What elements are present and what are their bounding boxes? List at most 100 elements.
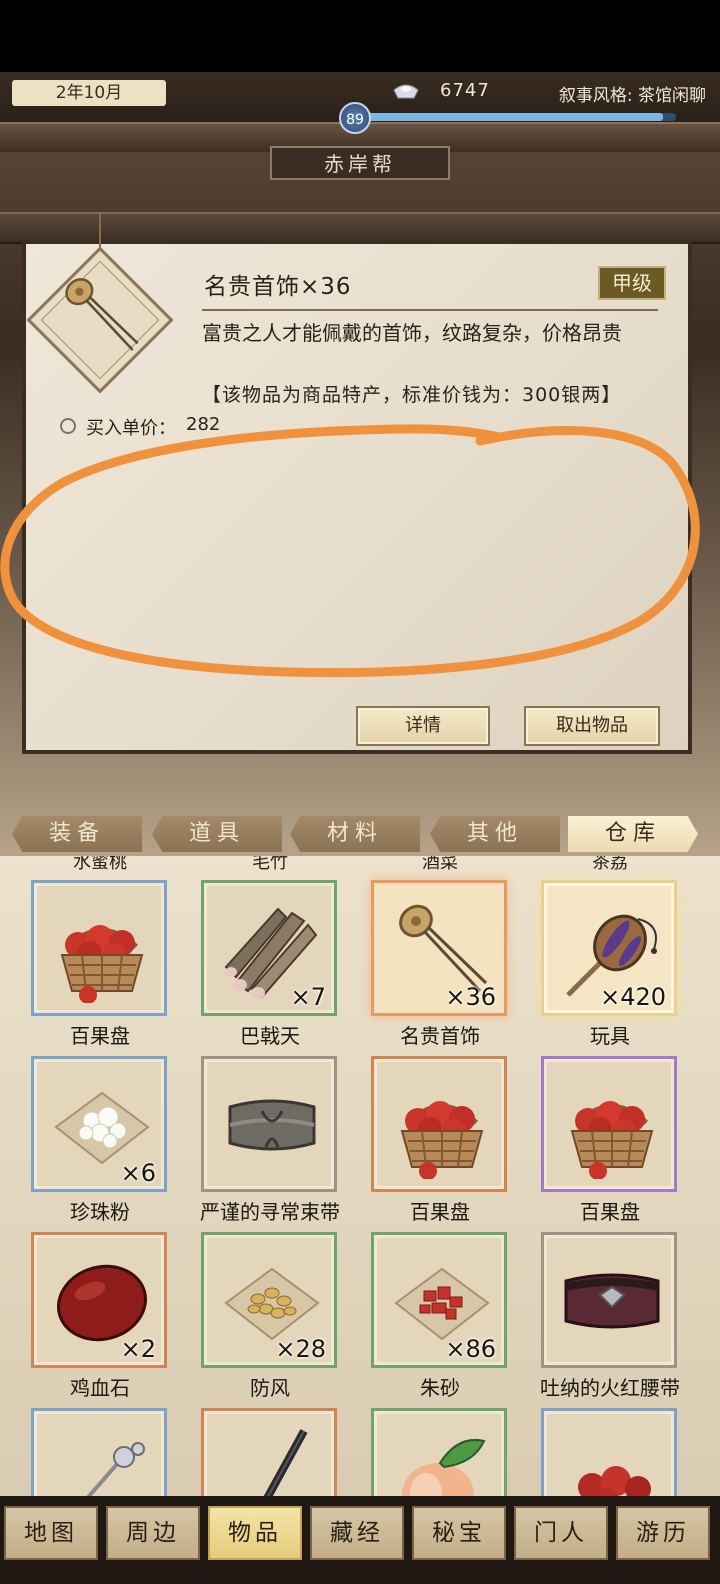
item-name: 名贵首饰×36 (204, 274, 352, 300)
fruit-basket-icon (48, 895, 156, 1003)
previous-row-labels: 水蜜桃 毛竹 酒菜 茶荔 (0, 856, 720, 873)
buy-price-label: 买入单价： (86, 418, 176, 439)
game-date: 2年10月 (12, 80, 166, 106)
item-quantity: ×6 (120, 1159, 156, 1187)
item-description: 富贵之人才能佩戴的首饰，纹路复杂，价格昂贵 (202, 321, 622, 345)
fruit-basket-icon (388, 1071, 496, 1179)
inventory-slot[interactable] (530, 1408, 690, 1496)
item-label: 珍珠粉 (70, 1200, 130, 1224)
partial-label: 水蜜桃 (73, 856, 127, 873)
silver-amount: 6747 (440, 80, 490, 101)
item-card[interactable] (31, 880, 167, 1016)
inventory-grid: 水蜜桃 毛竹 酒菜 茶荔 百果盘 ×7 巴戟天 ×36 名贵首饰 ×420 玩具 ×6 珍珠粉 严… (0, 856, 720, 1496)
category-tabs: 装备 道具 材料 其他 仓库 (0, 812, 720, 856)
item-label: 朱砂 (420, 1376, 460, 1400)
tab-warehouse[interactable]: 仓库 (568, 816, 698, 852)
item-label: 百果盘 (410, 1200, 470, 1224)
item-card[interactable]: ×28 (201, 1232, 337, 1368)
item-card[interactable]: ×36 (371, 880, 507, 1016)
inventory-slot[interactable]: ×7 巴戟天 (190, 880, 350, 1055)
inventory-slot[interactable]: 百果盘 (20, 880, 180, 1055)
item-card[interactable] (541, 1408, 677, 1496)
divider (202, 309, 658, 311)
item-card[interactable] (201, 1408, 337, 1496)
item-quantity: ×36 (445, 983, 496, 1011)
grade-badge: 甲级 (598, 266, 666, 300)
coin-icon (60, 418, 76, 434)
item-note: 【该物品为商品特产，标准价钱为：300银两】 (202, 384, 622, 406)
item-quantity: ×420 (600, 983, 666, 1011)
inventory-slot[interactable] (190, 1408, 350, 1496)
dates-bowl-icon (558, 1423, 666, 1496)
level-badge: 89 (339, 102, 371, 134)
location-plaque: 赤岸帮 (270, 146, 450, 180)
item-card[interactable] (31, 1408, 167, 1496)
item-label: 名贵首饰 (400, 1024, 480, 1048)
tab-props[interactable]: 道具 (152, 816, 282, 852)
tab-materials[interactable]: 材料 (290, 816, 420, 852)
partial-label: 茶荔 (592, 856, 628, 873)
inventory-slot[interactable] (360, 1408, 520, 1496)
item-card[interactable] (541, 1232, 677, 1368)
bottom-navigation: 地图 周边 物品 藏经 秘宝 门人 游历 (0, 1496, 720, 1584)
red-sash-icon (558, 1247, 666, 1355)
item-card[interactable]: ×2 (31, 1232, 167, 1368)
item-quantity: ×7 (290, 983, 326, 1011)
inventory-slot[interactable]: 严谨的寻常束带 (190, 1056, 350, 1231)
inventory-slot[interactable]: ×6 珍珠粉 (20, 1056, 180, 1231)
item-card[interactable]: ×420 (541, 880, 677, 1016)
item-quantity: ×86 (445, 1335, 496, 1363)
inventory-slot[interactable]: ×420 玩具 (530, 880, 690, 1055)
inventory-slot[interactable]: ×36 名贵首饰 (360, 880, 520, 1055)
item-label: 百果盘 (70, 1024, 130, 1048)
item-card[interactable] (201, 1056, 337, 1192)
narrative-style-setting[interactable]: 叙事风格: 茶馆闲聊 (559, 81, 706, 106)
inventory-slot[interactable] (20, 1408, 180, 1496)
inventory-slot[interactable]: 吐纳的火红腰带 (530, 1232, 690, 1407)
nav-treasures[interactable]: 秘宝 (412, 1506, 506, 1560)
inventory-slot[interactable]: ×28 防风 (190, 1232, 350, 1407)
item-card[interactable] (541, 1056, 677, 1192)
silver-hairpin-icon (48, 1423, 156, 1496)
item-label: 鸡血石 (70, 1376, 130, 1400)
level-progress-bar (360, 113, 676, 121)
inventory-slot[interactable]: ×2 鸡血石 (20, 1232, 180, 1407)
item-label: 严谨的寻常束带 (200, 1200, 340, 1224)
nav-travel[interactable]: 游历 (616, 1506, 710, 1560)
nav-disciples[interactable]: 门人 (514, 1506, 608, 1560)
dark-staff-icon (218, 1423, 326, 1496)
partial-label: 毛竹 (252, 856, 288, 873)
nav-scriptures[interactable]: 藏经 (310, 1506, 404, 1560)
item-label: 巴戟天 (240, 1024, 300, 1048)
nav-nearby[interactable]: 周边 (106, 1506, 200, 1560)
belt-icon (218, 1071, 326, 1179)
peach-icon (388, 1423, 496, 1496)
take-out-item-button[interactable]: 取出物品 (524, 706, 660, 746)
tab-equipment[interactable]: 装备 (12, 816, 142, 852)
item-quantity: ×28 (275, 1335, 326, 1363)
buy-price-value: 282 (186, 414, 221, 435)
item-card[interactable] (371, 1408, 507, 1496)
item-card[interactable]: ×86 (371, 1232, 507, 1368)
item-label: 百果盘 (580, 1200, 640, 1224)
item-card[interactable] (371, 1056, 507, 1192)
nav-map[interactable]: 地图 (4, 1506, 98, 1560)
level-progress-fill (360, 113, 664, 121)
inventory-slot[interactable]: ×86 朱砂 (360, 1232, 520, 1407)
item-card[interactable]: ×6 (31, 1056, 167, 1192)
item-label: 防风 (250, 1376, 290, 1400)
inventory-slot[interactable]: 百果盘 (360, 1056, 520, 1231)
tab-other[interactable]: 其他 (430, 816, 560, 852)
hairpin-icon (56, 270, 146, 360)
item-label: 吐纳的火红腰带 (540, 1376, 680, 1400)
details-button[interactable]: 详情 (356, 706, 490, 746)
nav-items[interactable]: 物品 (208, 1506, 302, 1560)
inventory-slot[interactable]: 百果盘 (530, 1056, 690, 1231)
item-label: 玩具 (590, 1024, 630, 1048)
fruit-basket-icon (558, 1071, 666, 1179)
partial-label: 酒菜 (422, 856, 458, 873)
item-quantity: ×2 (120, 1335, 156, 1363)
silver-ingot-icon (393, 84, 419, 99)
item-card[interactable]: ×7 (201, 880, 337, 1016)
system-status-bar (0, 0, 720, 72)
